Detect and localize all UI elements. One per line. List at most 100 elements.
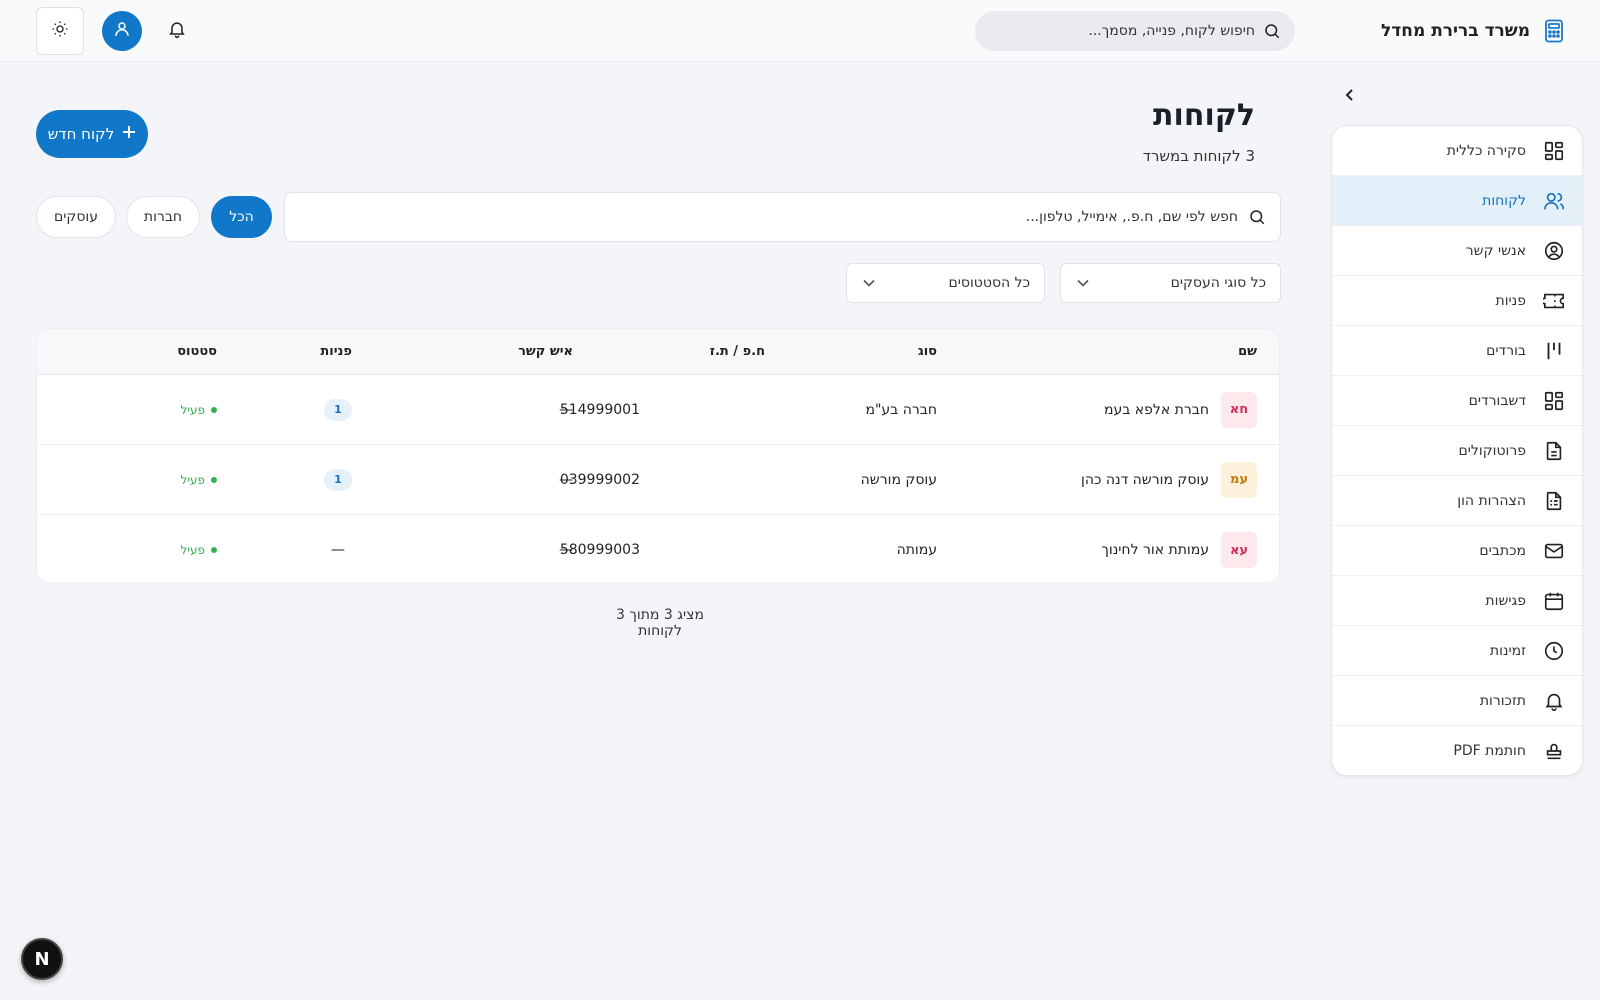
global-search[interactable] (975, 11, 1295, 51)
mail-icon (1542, 539, 1566, 563)
table-header: שם סוג ח.פ / ת.ז איש קשר פניות סטטוס (37, 329, 1279, 375)
ticket-icon (1542, 289, 1566, 313)
client-avatar: חא (1221, 391, 1257, 428)
client-type: חברה בע"מ (865, 401, 937, 418)
sidebar-item-pdf-stamp[interactable]: חותמת PDF (1332, 726, 1582, 775)
status-label: פעיל (180, 543, 205, 557)
filter-businesses-button[interactable]: עוסקים (36, 196, 116, 238)
notifications-button[interactable] (165, 19, 189, 43)
sidebar-item-label: פגישות (1485, 592, 1526, 609)
clock-icon (1542, 639, 1566, 663)
client-type: עוסק מורשה (860, 471, 937, 488)
sidebar-collapse-button[interactable] (1340, 85, 1360, 109)
business-type-value: כל סוגי העסקים (1170, 275, 1266, 291)
client-avatar: עמ (1221, 461, 1257, 498)
client-contact: — (559, 401, 573, 418)
clients-table: שם סוג ח.פ / ת.ז איש קשר פניות סטטוס חא … (36, 328, 1280, 583)
status-label: פעיל (180, 402, 205, 417)
status-dot-icon (211, 476, 217, 483)
column-header-status[interactable]: סטטוס (177, 329, 217, 374)
chevron-down-icon (1075, 276, 1089, 290)
column-header-name[interactable]: שם (1238, 329, 1257, 374)
column-header-type[interactable]: סוג (918, 329, 937, 374)
table-row[interactable]: חא חברת אלפא בעמ חברה בע"מ 514999001 — 1… (37, 375, 1279, 445)
client-search-input[interactable] (299, 209, 1238, 225)
client-name[interactable]: עוסק מורשה דנה כהן (1081, 472, 1209, 488)
sidebar-item-label: תזכורות (1479, 692, 1526, 709)
app-title: משרד ברירת מחדל (1381, 21, 1530, 41)
sidebar-item-label: פניות (1495, 292, 1527, 309)
sidebar: סקירה כללית לקוחות אנשי קשר פניות בורדים… (1331, 125, 1583, 776)
sidebar-item-contacts[interactable]: אנשי קשר (1332, 226, 1582, 276)
theme-toggle-button[interactable] (36, 7, 84, 55)
search-icon (1263, 22, 1281, 40)
brand[interactable]: משרד ברירת מחדל (1381, 16, 1564, 46)
status-dot-icon (211, 547, 217, 553)
status-badge: פעיל (180, 543, 217, 557)
sidebar-item-label: סקירה כללית (1446, 142, 1526, 159)
user-avatar-button[interactable] (102, 11, 142, 51)
declaration-icon (1542, 489, 1566, 513)
filter-all-button[interactable]: הכל (211, 196, 272, 238)
bell-icon (167, 19, 187, 43)
client-name[interactable]: עמותת אור לחינוך (1101, 542, 1209, 558)
sidebar-item-clients[interactable]: לקוחות (1332, 176, 1582, 226)
sidebar-item-label: חותמת PDF (1453, 743, 1526, 759)
sidebar-item-dashboards[interactable]: דשבורדים (1332, 376, 1582, 426)
calculator-icon (1542, 19, 1564, 43)
plus-icon (122, 125, 136, 143)
sidebar-item-letters[interactable]: מכתבים (1332, 526, 1582, 576)
stamp-icon (1542, 739, 1566, 763)
sidebar-item-protocols[interactable]: פרוטוקולים (1332, 426, 1582, 476)
top-bar: משרד ברירת מחדל (0, 0, 1600, 62)
results-count: מציג 3 מתוך 3 לקוחות (616, 607, 704, 639)
sun-icon (51, 20, 69, 42)
calendar-icon (1542, 589, 1566, 613)
bell-icon (1542, 689, 1566, 713)
table-row[interactable]: עא עמותת אור לחינוך עמותה 580999003 — — … (37, 515, 1279, 582)
sidebar-item-overview[interactable]: סקירה כללית (1332, 126, 1582, 176)
inquiries-count-badge[interactable]: 1 (324, 398, 352, 421)
sidebar-item-boards[interactable]: בורדים (1332, 326, 1582, 376)
kanban-icon (1542, 339, 1566, 363)
sidebar-item-label: לקוחות (1482, 192, 1526, 209)
user-icon (113, 20, 131, 42)
document-icon (1542, 439, 1566, 463)
user-circle-icon (1542, 239, 1566, 263)
next-dev-indicator-icon[interactable]: N (21, 938, 63, 980)
sidebar-item-meetings[interactable]: פגישות (1332, 576, 1582, 626)
status-badge: פעיל (180, 403, 217, 417)
page-subtitle: 3 לקוחות במשרד (1142, 147, 1255, 165)
table-row[interactable]: עמ עוסק מורשה דנה כהן עוסק מורשה 0399990… (37, 445, 1279, 515)
sidebar-item-inquiries[interactable]: פניות (1332, 276, 1582, 326)
search-icon (1248, 208, 1266, 226)
client-type: עמותה (896, 542, 937, 558)
business-type-dropdown[interactable]: כל סוגי העסקים (1060, 263, 1281, 303)
dashboard-grid-icon (1542, 139, 1566, 163)
chevron-left-icon (1344, 88, 1356, 106)
sidebar-item-label: מכתבים (1479, 542, 1526, 559)
inquiries-count-badge[interactable]: 1 (324, 468, 352, 491)
sidebar-item-reminders[interactable]: תזכורות (1332, 676, 1582, 726)
sidebar-item-label: פרוטוקולים (1458, 442, 1526, 459)
filter-companies-button[interactable]: חברות (126, 196, 200, 238)
sidebar-item-label: הצהרות הון (1457, 492, 1526, 509)
client-contact: — (559, 471, 573, 488)
column-header-id[interactable]: ח.פ / ת.ז (710, 329, 765, 374)
inquiries-empty: — (331, 542, 345, 558)
sidebar-item-label: אנשי קשר (1465, 242, 1526, 259)
status-dropdown[interactable]: כל הסטטוסים (846, 263, 1045, 303)
sidebar-item-availability[interactable]: זמינות (1332, 626, 1582, 676)
global-search-input[interactable] (989, 23, 1255, 39)
column-header-contact[interactable]: איש קשר (518, 329, 573, 374)
column-header-inquiries[interactable]: פניות (320, 329, 352, 374)
sidebar-item-label: דשבורדים (1468, 392, 1526, 409)
sidebar-item-declarations[interactable]: הצהרות הון (1332, 476, 1582, 526)
client-search[interactable] (284, 192, 1281, 242)
new-client-button[interactable]: לקוח חדש (36, 110, 148, 158)
client-name[interactable]: חברת אלפא בעמ (1104, 402, 1209, 418)
sidebar-item-label: זמינות (1489, 642, 1526, 659)
status-badge: פעיל (180, 473, 217, 487)
client-contact: — (559, 542, 573, 558)
status-value: כל הסטטוסים (948, 275, 1030, 291)
